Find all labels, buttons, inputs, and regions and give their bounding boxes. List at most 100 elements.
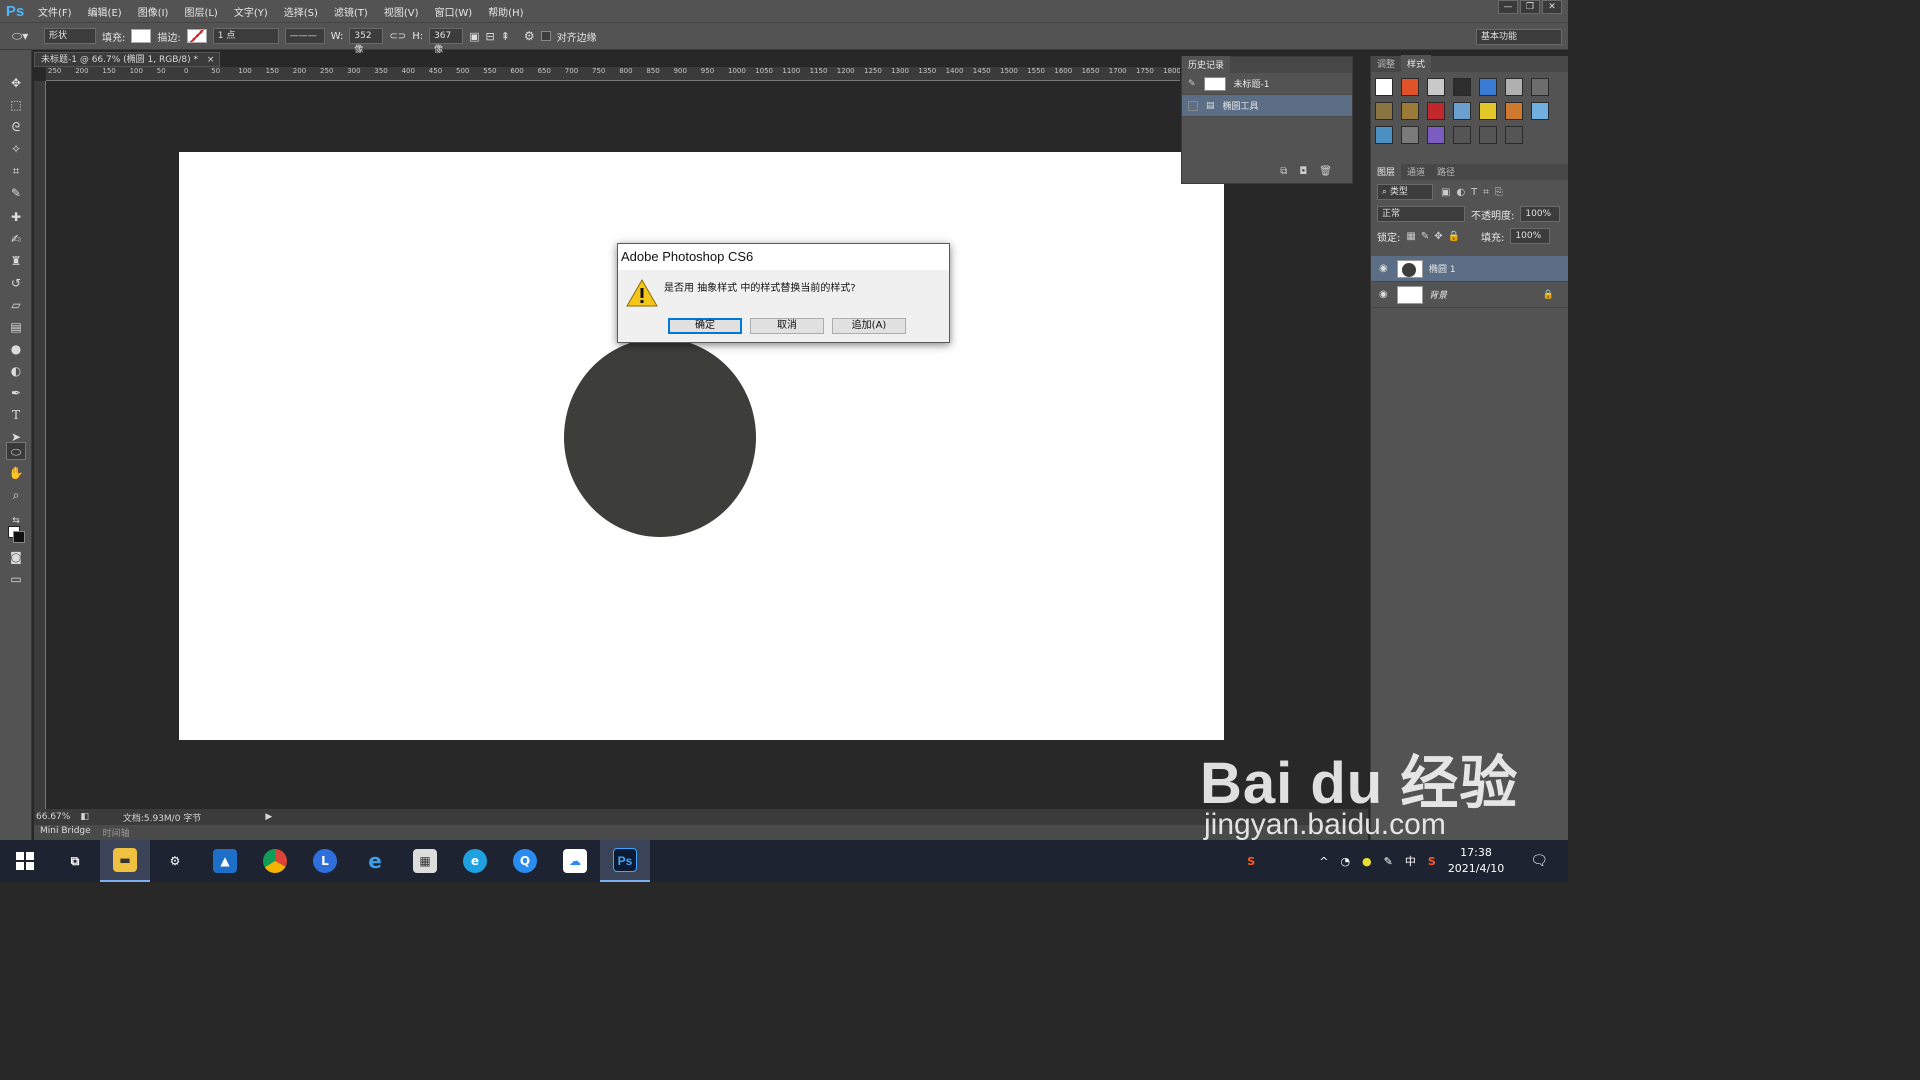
- tab-adjustments[interactable]: 调整: [1371, 55, 1401, 72]
- menu-view[interactable]: 视图(V): [376, 4, 427, 19]
- menu-image[interactable]: 图像(I): [130, 4, 177, 19]
- stroke-swatch[interactable]: [186, 29, 207, 43]
- layer-row-ellipse[interactable]: ◉ 椭圆 1: [1371, 256, 1568, 282]
- eye-icon[interactable]: ◉: [1379, 289, 1391, 300]
- history-brush-source-icon[interactable]: ✎: [1188, 79, 1196, 89]
- zoom-tool-icon[interactable]: ⌕: [6, 486, 26, 504]
- hand-tool-icon[interactable]: ✋: [6, 464, 26, 482]
- history-brush-tool-icon[interactable]: ↺: [6, 274, 26, 292]
- camera-icon[interactable]: ◘: [1299, 166, 1307, 177]
- layer-row-background[interactable]: ◉ 背景 🔒: [1371, 282, 1568, 308]
- magic-wand-tool-icon[interactable]: ✧: [6, 140, 26, 158]
- width-field[interactable]: 352 像: [349, 28, 384, 55]
- task-view-button[interactable]: ⧉: [50, 840, 100, 882]
- style-swatch[interactable]: [1505, 78, 1523, 96]
- chrome-button[interactable]: [250, 840, 300, 882]
- layer-filter-icons[interactable]: ▣◐T⌗⎘: [1441, 187, 1509, 198]
- chevron-up-icon[interactable]: ^: [1319, 855, 1328, 868]
- menu-help[interactable]: 帮助(H): [480, 4, 531, 19]
- style-swatch[interactable]: [1453, 102, 1471, 120]
- link-icon[interactable]: ⊂⊃: [389, 31, 406, 42]
- photos-button[interactable]: ▲: [200, 840, 250, 882]
- ie-button[interactable]: e: [350, 840, 400, 882]
- ellipse-tool-preset-icon[interactable]: ⬭▾: [12, 29, 38, 44]
- screen-mode-icon[interactable]: ▭: [6, 570, 26, 588]
- clock[interactable]: 17:38 2021/4/10: [1448, 845, 1504, 877]
- history-checkbox[interactable]: [1188, 100, 1198, 111]
- gradient-tool-icon[interactable]: ▤: [6, 318, 26, 336]
- fill-field[interactable]: 100%: [1510, 228, 1551, 244]
- eyedropper-tool-icon[interactable]: ✎: [6, 184, 26, 202]
- style-swatch[interactable]: [1401, 102, 1419, 120]
- opacity-field[interactable]: 100%: [1520, 206, 1561, 222]
- restore-button[interactable]: ❐: [1520, 0, 1540, 14]
- ellipse-tool-icon[interactable]: ⬭: [6, 442, 26, 460]
- status-info-icon[interactable]: ◧: [80, 812, 89, 822]
- path-operations-icon[interactable]: ▣: [469, 30, 479, 43]
- status-menu-arrow-icon[interactable]: ▶: [265, 812, 272, 822]
- zoom-level[interactable]: 66.67%: [36, 812, 70, 822]
- close-tab-icon[interactable]: ×: [207, 55, 215, 65]
- menu-type[interactable]: 文字(Y): [226, 4, 276, 19]
- photoshop-taskbar-button[interactable]: Ps: [600, 840, 650, 882]
- quick-mask-icon[interactable]: ◙: [6, 548, 26, 566]
- style-swatch[interactable]: [1427, 126, 1445, 144]
- qq-browser-button[interactable]: Q: [500, 840, 550, 882]
- history-item-snapshot[interactable]: ✎ 未标题-1: [1182, 73, 1352, 95]
- tab-paths[interactable]: 路径: [1431, 163, 1461, 180]
- style-swatch[interactable]: [1375, 102, 1393, 120]
- color-swatches-icon[interactable]: [6, 524, 26, 543]
- tab-styles[interactable]: 样式: [1401, 55, 1432, 72]
- history-item-state[interactable]: ▤ 椭圆工具: [1182, 95, 1352, 117]
- lasso-tool-icon[interactable]: ᘓ: [6, 118, 26, 136]
- app-l-button[interactable]: L: [300, 840, 350, 882]
- sogou-tray-icon[interactable]: S: [1428, 855, 1436, 868]
- layer-name[interactable]: 椭圆 1: [1429, 262, 1456, 275]
- tool-mode-select[interactable]: 形状: [44, 28, 96, 44]
- tab-mini-bridge[interactable]: Mini Bridge: [34, 825, 97, 840]
- stamp-tool-icon[interactable]: ♜: [6, 252, 26, 270]
- style-swatch[interactable]: [1401, 126, 1419, 144]
- start-button[interactable]: [0, 840, 50, 882]
- fill-swatch[interactable]: [131, 29, 152, 43]
- blend-mode-select[interactable]: 正常: [1377, 206, 1465, 222]
- style-swatch[interactable]: [1505, 102, 1523, 120]
- style-swatch[interactable]: [1453, 126, 1471, 144]
- layer-name[interactable]: 背景: [1429, 288, 1447, 301]
- network-icon[interactable]: ◔: [1340, 855, 1350, 868]
- baidu-netdisk-button[interactable]: ☁: [550, 840, 600, 882]
- crop-tool-icon[interactable]: ⌗: [6, 162, 26, 180]
- tray-app-icon[interactable]: ●: [1362, 855, 1372, 868]
- style-swatch[interactable]: [1375, 126, 1393, 144]
- ok-button[interactable]: 确定: [668, 318, 742, 334]
- style-swatch[interactable]: [1531, 78, 1549, 96]
- cancel-button[interactable]: 取消: [750, 318, 824, 334]
- blur-tool-icon[interactable]: ●: [6, 340, 26, 358]
- pen-icon[interactable]: ✎: [1384, 855, 1393, 868]
- style-swatch[interactable]: [1479, 78, 1497, 96]
- tab-history[interactable]: 历史记录: [1182, 56, 1231, 73]
- new-document-from-state-icon[interactable]: ⧉: [1280, 166, 1287, 177]
- trash-icon[interactable]: 🗑: [1319, 166, 1332, 177]
- tab-timeline[interactable]: 时间轴: [97, 825, 136, 840]
- style-swatch[interactable]: [1427, 102, 1445, 120]
- menu-layer[interactable]: 图层(L): [176, 4, 225, 19]
- path-arrangement-icon[interactable]: ⇞: [501, 30, 510, 43]
- layer-filter-select[interactable]: ⌕ 类型: [1377, 184, 1433, 200]
- menu-select[interactable]: 选择(S): [276, 4, 326, 19]
- stroke-type-select[interactable]: ———: [284, 28, 325, 44]
- stroke-width-select[interactable]: 1 点: [212, 28, 279, 44]
- workspace-select[interactable]: 基本功能: [1476, 29, 1562, 45]
- path-alignment-icon[interactable]: ⊟: [485, 30, 494, 43]
- notification-icon[interactable]: 🗨: [1530, 853, 1548, 869]
- align-edges-checkbox[interactable]: [540, 31, 551, 41]
- style-swatch[interactable]: [1479, 126, 1497, 144]
- lock-icons[interactable]: ▦✎✥🔒: [1406, 231, 1465, 242]
- brush-tool-icon[interactable]: ✍: [6, 230, 26, 248]
- close-button[interactable]: ✕: [1542, 0, 1562, 14]
- append-button[interactable]: 追加(A): [832, 318, 906, 334]
- menu-edit[interactable]: 编辑(E): [80, 4, 130, 19]
- style-swatch[interactable]: [1401, 78, 1419, 96]
- dodge-tool-icon[interactable]: ◐: [6, 362, 26, 380]
- menu-file[interactable]: 文件(F): [30, 4, 80, 19]
